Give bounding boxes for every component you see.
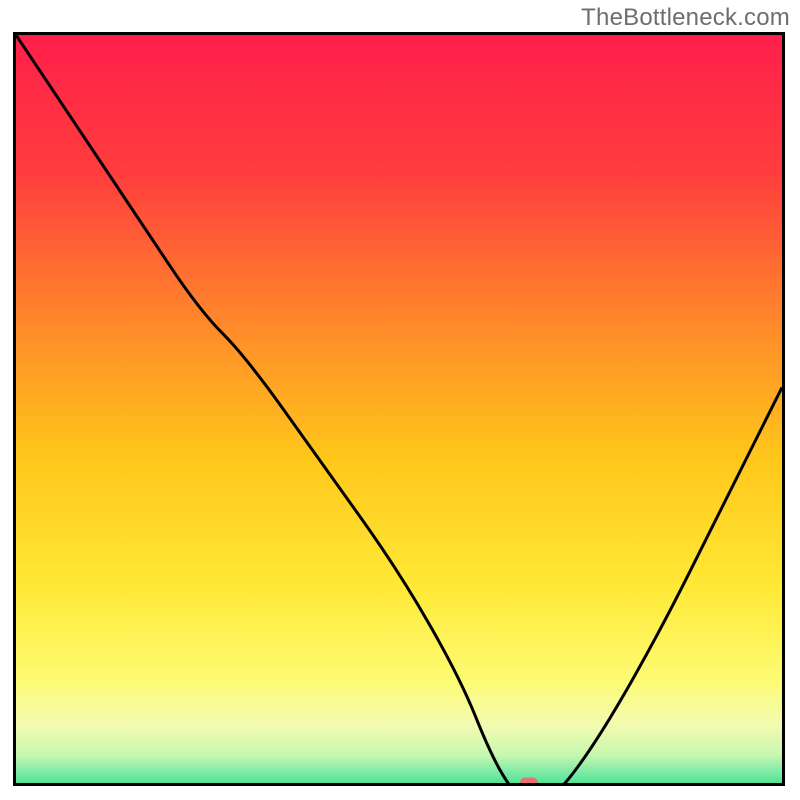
bottleneck-curve <box>16 35 782 786</box>
plot-area <box>13 32 785 786</box>
chart-frame: TheBottleneck.com <box>0 0 800 800</box>
optimal-point-marker <box>520 778 538 787</box>
watermark-text: TheBottleneck.com <box>581 4 790 32</box>
